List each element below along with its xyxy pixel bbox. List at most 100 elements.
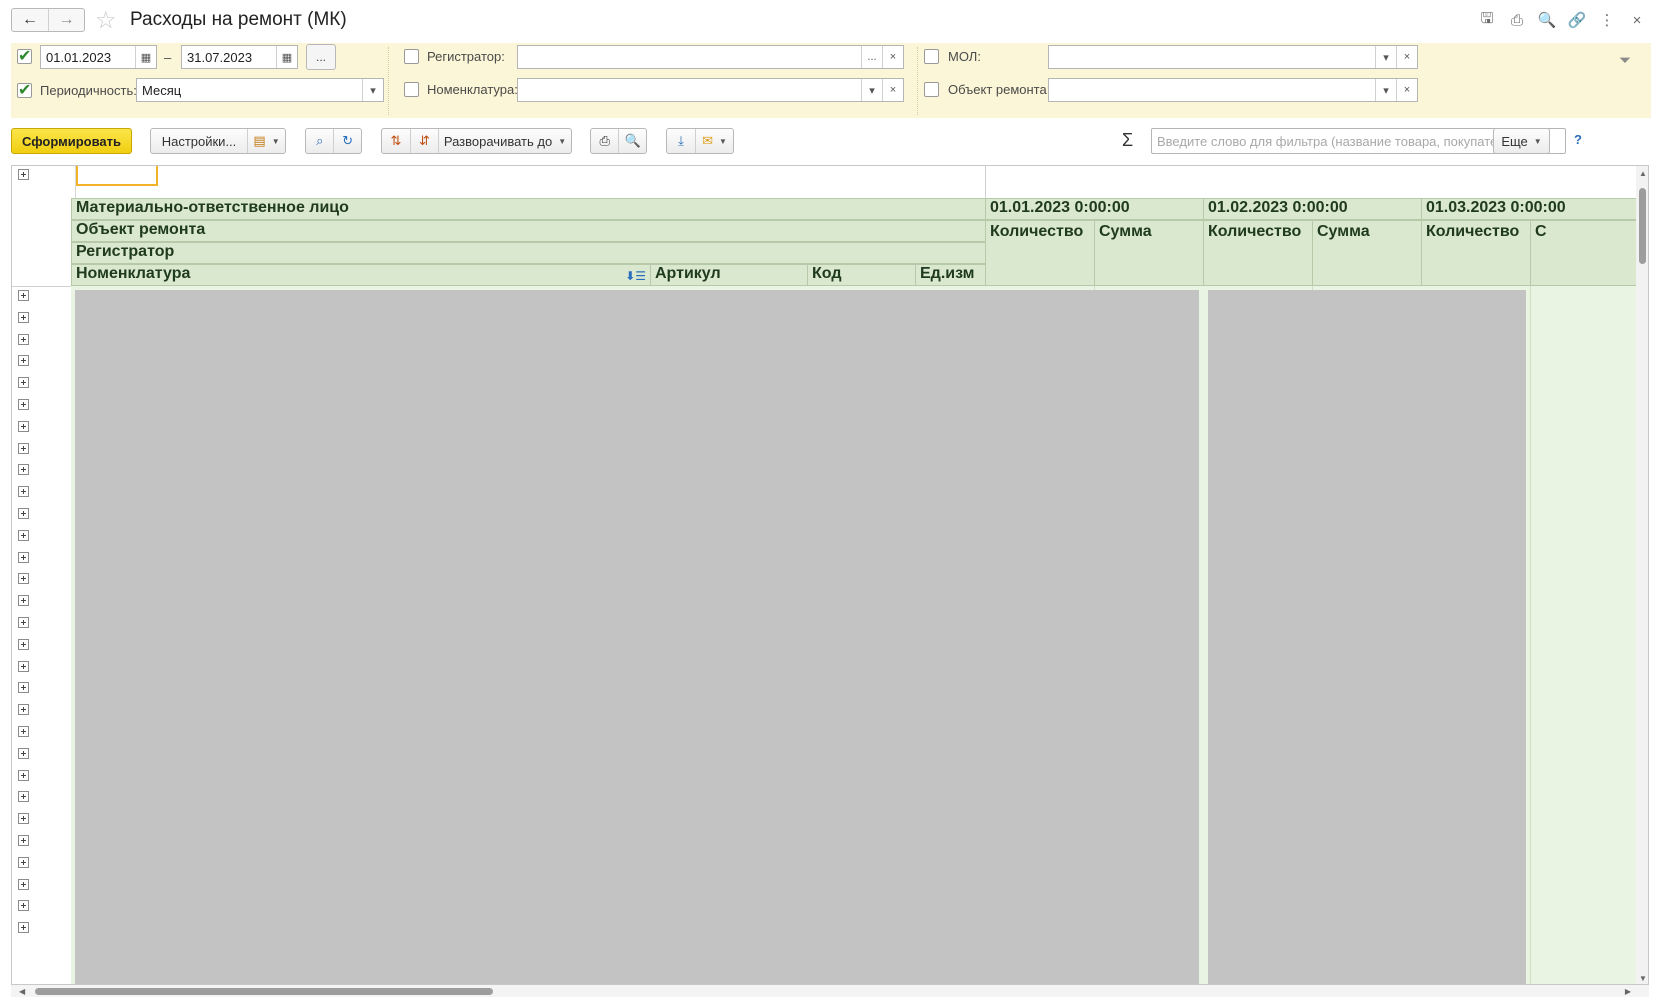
clear-icon[interactable]: × (1396, 79, 1417, 101)
period-select-button[interactable]: ... (306, 44, 336, 70)
scroll-left-icon[interactable]: ◀ (19, 987, 25, 996)
periodicity-select[interactable]: Месяц ▾ (136, 78, 384, 102)
calendar-icon[interactable]: ▦ (135, 46, 156, 68)
download-icon[interactable]: ⤓ (667, 129, 695, 153)
horizontal-scrollbar[interactable]: ◀ ▶ (11, 985, 1649, 997)
row-expand-toggle-icon[interactable] (18, 355, 29, 367)
scroll-up-icon[interactable]: ▲ (1639, 169, 1647, 178)
mail-icon[interactable]: ✉ ▼ (695, 129, 733, 153)
report-toolbar: Сформировать Настройки... ▤ ▼ ⌕ ↻ ⇅ ⇵ Раз… (0, 126, 1660, 160)
select-dots-icon[interactable]: ... (861, 46, 882, 68)
vertical-scroll-thumb[interactable] (1639, 188, 1646, 264)
registrar-checkbox[interactable] (404, 49, 419, 64)
clear-icon[interactable]: × (1396, 46, 1417, 68)
nomenclature-checkbox[interactable] (404, 82, 419, 97)
row-expand-toggle-icon[interactable] (18, 420, 29, 432)
row-expand-toggle-icon[interactable] (18, 464, 29, 476)
row-expand-toggle-icon[interactable] (18, 529, 29, 541)
row-expand-toggle-icon[interactable] (18, 813, 29, 825)
find-icon[interactable]: ⌕ (306, 129, 333, 153)
collapse-all-icon[interactable]: ⇵ (410, 129, 438, 153)
mol-field[interactable]: ▾ × (1048, 45, 1418, 69)
settings-button[interactable]: Настройки... (151, 129, 247, 153)
periodicity-checkbox[interactable] (17, 80, 32, 100)
forward-button[interactable]: → (48, 9, 84, 31)
row-expand-toggle-icon[interactable] (18, 835, 29, 846)
expand-to-button[interactable]: Разворачивать до ▼ (438, 129, 571, 153)
search-tools-group: ⌕ ↻ (305, 128, 362, 154)
row-expand-toggle-icon[interactable] (18, 638, 29, 650)
header-code: Код (807, 264, 916, 286)
print-icon[interactable]: ⎙ (1506, 10, 1528, 30)
row-expand-toggle-icon[interactable] (18, 922, 29, 934)
variants-icon[interactable]: ▤ ▼ (247, 129, 285, 153)
dropdown-icon[interactable]: ▾ (362, 79, 383, 101)
vertical-scrollbar[interactable]: ▲ ▼ (1636, 166, 1648, 984)
clear-icon[interactable]: × (882, 46, 903, 68)
nomenclature-field[interactable]: ▾ × (517, 78, 904, 102)
row-expand-toggle-icon[interactable] (18, 508, 29, 519)
row-expand-toggle-icon[interactable] (18, 333, 29, 345)
selected-cell[interactable] (76, 166, 158, 186)
print-preview-icon[interactable]: 🔍 (618, 129, 646, 153)
row-expand-toggle-icon[interactable] (18, 726, 29, 737)
header-repair-object: Объект ремонта (71, 220, 986, 242)
favorite-star-icon[interactable]: ☆ (95, 6, 117, 35)
find-next-icon[interactable]: ↻ (333, 129, 361, 153)
row-expand-toggle-icon[interactable] (18, 311, 29, 323)
link-icon[interactable]: 🔗 (1566, 10, 1588, 30)
row-expand-toggle-icon[interactable] (18, 377, 29, 389)
expand-all-icon[interactable]: ⇅ (382, 129, 410, 153)
header-nomenclature[interactable]: Номенклатура ⬇☰ (71, 264, 651, 286)
more-button[interactable]: Еще ▼ (1493, 128, 1550, 154)
row-expand-toggle-icon[interactable] (18, 573, 29, 585)
generate-button[interactable]: Сформировать (11, 128, 132, 154)
report-table[interactable]: Материально-ответственное лицо Объект ре… (11, 165, 1649, 985)
date-filter-checkbox[interactable] (17, 46, 32, 66)
print-icon[interactable]: ⎙ (591, 129, 618, 153)
horizontal-scroll-thumb[interactable] (35, 988, 493, 995)
navigation-buttons: ← → (11, 8, 85, 32)
row-expand-toggle-icon[interactable] (18, 704, 29, 716)
row-expand-toggle-icon[interactable] (18, 769, 29, 781)
back-button[interactable]: ← (12, 9, 48, 31)
row-expand-toggle-icon[interactable] (18, 682, 29, 694)
row-expand-toggle-icon[interactable] (18, 791, 29, 803)
dropdown-icon[interactable]: ▾ (861, 79, 882, 101)
expand-toggle-icon[interactable] (18, 169, 29, 180)
row-expand-toggle-icon[interactable] (18, 856, 29, 868)
calendar-icon[interactable]: ▦ (276, 46, 297, 68)
row-expand-toggle-icon[interactable] (18, 617, 29, 628)
row-expand-toggle-icon[interactable] (18, 747, 29, 759)
save-icon[interactable]: 🖫 (1476, 10, 1498, 30)
title-bar: ← → ☆ Расходы на ремонт (МК) 🖫 ⎙ 🔍 🔗 ⋮ × (0, 0, 1660, 42)
close-icon[interactable]: × (1626, 10, 1648, 30)
repair-object-field[interactable]: ▾ × (1048, 78, 1418, 102)
row-expand-toggle-icon[interactable] (18, 486, 29, 498)
registrar-field[interactable]: ... × (517, 45, 904, 69)
more-icon[interactable]: ⋮ (1596, 10, 1618, 30)
masked-data-block (1208, 290, 1526, 984)
row-expand-toggle-icon[interactable] (18, 442, 29, 454)
filter-funnel-icon[interactable]: ⏷ (1619, 52, 1631, 69)
dropdown-icon[interactable]: ▾ (1375, 46, 1396, 68)
row-expand-toggle-icon[interactable] (18, 660, 29, 672)
dropdown-icon[interactable]: ▾ (1375, 79, 1396, 101)
row-expand-toggle-icon[interactable] (18, 900, 29, 912)
row-expand-toggle-icon[interactable] (18, 399, 29, 410)
sort-icon[interactable]: ⬇☰ (625, 269, 646, 283)
row-expand-toggle-icon[interactable] (18, 595, 29, 607)
clear-icon[interactable]: × (882, 79, 903, 101)
row-expand-toggle-icon[interactable] (18, 551, 29, 563)
date-from-field[interactable]: 01.01.2023 ▦ (40, 45, 157, 69)
preview-icon[interactable]: 🔍 (1536, 10, 1558, 30)
sum-icon[interactable]: Σ (1122, 130, 1133, 151)
row-expand-toggle-icon[interactable] (18, 878, 29, 890)
row-expand-toggle-icon[interactable] (18, 290, 29, 301)
repair-object-checkbox[interactable] (924, 82, 939, 97)
help-icon[interactable]: ? (1574, 132, 1582, 147)
scroll-down-icon[interactable]: ▼ (1639, 974, 1647, 983)
mol-checkbox[interactable] (924, 49, 939, 64)
date-to-field[interactable]: 31.07.2023 ▦ (181, 45, 298, 69)
scroll-right-icon[interactable]: ▶ (1625, 987, 1631, 996)
